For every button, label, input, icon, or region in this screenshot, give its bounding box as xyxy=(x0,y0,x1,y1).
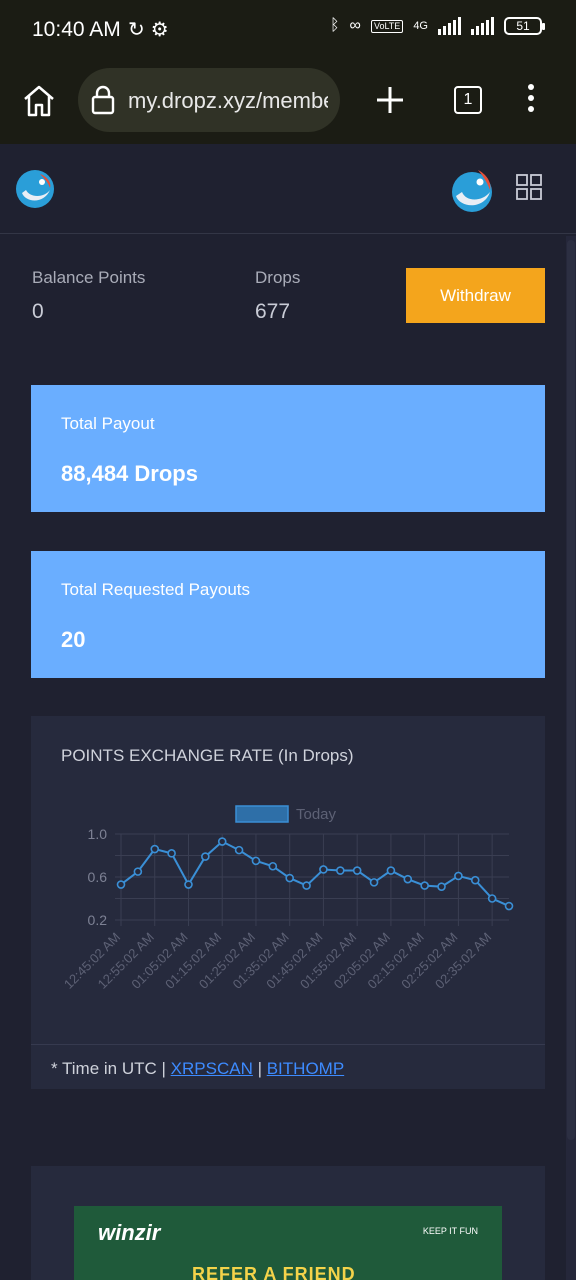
data-point[interactable] xyxy=(420,881,429,890)
chart-footer: * Time in UTC | XRPSCAN | BITHOMP xyxy=(31,1044,545,1089)
ad-banner[interactable]: winzir KEEP IT FUN REFER A FRIEND xyxy=(74,1206,502,1280)
scrollbar-thumb[interactable] xyxy=(567,240,575,1140)
data-point[interactable] xyxy=(336,866,345,875)
exchange-rate-chart: 1.00.60.2 12:45:02 AM12:55:02 AM01:05:02… xyxy=(61,805,514,992)
new-tab-icon[interactable] xyxy=(374,84,406,116)
avatar[interactable] xyxy=(450,166,494,214)
data-point[interactable] xyxy=(133,867,143,876)
data-point[interactable] xyxy=(150,844,160,854)
data-point[interactable] xyxy=(184,880,193,889)
data-point[interactable] xyxy=(268,861,278,871)
y-tick-label: 0.2 xyxy=(88,912,108,928)
volte-badge: VoLTE xyxy=(370,19,404,33)
settings-icon: ⚙ xyxy=(150,19,175,41)
requested-payouts-value: 20 xyxy=(61,627,86,652)
ad-brand-logo: winzir xyxy=(98,1220,161,1245)
requested-payouts-label: Total Requested Payouts xyxy=(61,580,251,599)
total-payout-card: Total Payout 88,484 Drops xyxy=(31,385,545,512)
data-point[interactable] xyxy=(386,866,396,875)
legend-swatch xyxy=(235,805,289,823)
data-point[interactable] xyxy=(454,871,463,881)
chart-title: POINTS EXCHANGE RATE (In Drops) xyxy=(61,746,354,765)
data-point[interactable] xyxy=(437,882,446,891)
ad-card: winzir KEEP IT FUN REFER A FRIEND xyxy=(31,1166,545,1280)
status-app-icons: ↻⚙ xyxy=(128,17,175,42)
network-type: 4G xyxy=(413,20,428,32)
data-point[interactable] xyxy=(403,874,413,884)
exchange-rate-card: POINTS EXCHANGE RATE (In Drops) 1.0 0.6 0.… xyxy=(31,716,545,1089)
sync-icon: ↻ xyxy=(128,19,151,41)
data-point[interactable] xyxy=(167,849,176,858)
drops-value: 677 xyxy=(255,300,291,323)
home-icon[interactable] xyxy=(20,82,58,120)
data-point[interactable] xyxy=(285,873,294,883)
data-point[interactable] xyxy=(217,837,227,846)
xrpscan-link[interactable]: XRPSCAN xyxy=(171,1059,253,1078)
footer-text: * Time in UTC | XRPSCAN | BITHOMP xyxy=(51,1059,344,1079)
address-bar[interactable]: my.dropz.xyz/membe xyxy=(78,68,340,132)
balance-points-label: Balance Points xyxy=(32,268,146,287)
footer-separator: | xyxy=(252,1059,267,1078)
data-point[interactable] xyxy=(319,865,328,874)
battery-icon: 51 xyxy=(504,17,545,35)
total-payout-value: 88,484 Drops xyxy=(61,461,198,486)
data-point[interactable] xyxy=(470,875,480,885)
dropz-logo[interactable] xyxy=(14,168,56,210)
bluetooth-icon: ᛒ xyxy=(329,17,340,34)
url-text: my.dropz.xyz/membe xyxy=(128,88,328,113)
data-point[interactable] xyxy=(504,901,514,911)
apps-grid-icon[interactable] xyxy=(516,174,542,200)
data-point[interactable] xyxy=(487,894,497,903)
total-payout-label: Total Payout xyxy=(61,414,155,433)
status-time: 10:40 AM xyxy=(32,18,121,41)
ad-headline: REFER A FRIEND xyxy=(192,1264,356,1280)
signal-icon-2 xyxy=(471,17,494,35)
data-point[interactable] xyxy=(116,880,126,889)
tab-switcher-button[interactable]: 1 xyxy=(454,86,482,114)
utc-note: * Time in UTC | xyxy=(51,1059,171,1078)
data-point[interactable] xyxy=(302,881,311,890)
ad-badge: KEEP IT FUN xyxy=(422,1226,478,1236)
status-bar: 10:40 AM ↻⚙ ᛒ ∞ VoLTE 4G 51 xyxy=(0,0,576,62)
bithomp-link[interactable]: BITHOMP xyxy=(267,1059,344,1078)
y-tick-label: 1.0 xyxy=(88,826,108,842)
balance-points-value: 0 xyxy=(32,300,44,323)
status-right: ᛒ ∞ VoLTE 4G 51 xyxy=(329,17,545,35)
lock-icon xyxy=(91,85,115,115)
data-point[interactable] xyxy=(352,866,362,875)
data-point[interactable] xyxy=(201,852,210,861)
app-header xyxy=(0,144,576,234)
data-point[interactable] xyxy=(251,856,261,866)
drops-label: Drops xyxy=(255,268,301,287)
hotspot-icon: ∞ xyxy=(349,17,361,34)
data-point[interactable] xyxy=(369,878,379,887)
legend-label[interactable]: Today xyxy=(296,806,337,823)
data-point[interactable] xyxy=(234,845,244,855)
signal-icon xyxy=(438,17,461,35)
withdraw-button[interactable]: Withdraw xyxy=(406,268,545,323)
series-line-today xyxy=(120,840,510,907)
browser-toolbar: my.dropz.xyz/membe 1 xyxy=(0,62,576,144)
y-tick-label: 0.6 xyxy=(88,869,108,885)
browser-menu-icon[interactable] xyxy=(520,84,542,118)
requested-payouts-card: Total Requested Payouts 20 xyxy=(31,551,545,678)
